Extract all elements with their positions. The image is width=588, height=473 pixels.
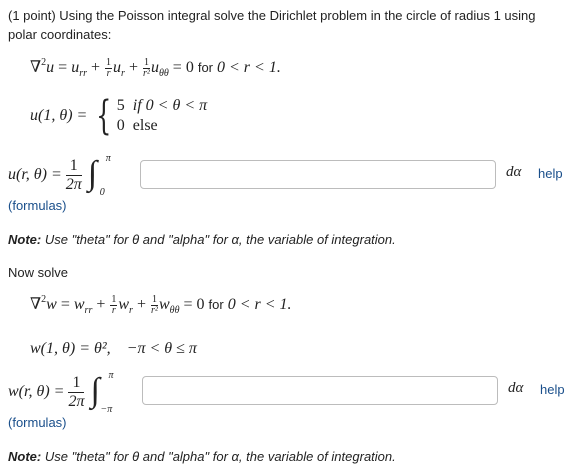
note-label-w: Note: <box>8 449 42 464</box>
solution-lhs-w: w(r, θ) = <box>8 383 65 400</box>
integral-upper-limit: π <box>105 153 111 164</box>
boundary-condition-u: u(1, θ) = { 5 if 0 < θ < π 0 else <box>30 96 207 136</box>
note-body-w: Use "theta" for θ and "alpha" for α, the… <box>44 449 396 464</box>
pde-range-w: 0 < r < 1. <box>227 296 292 313</box>
solution-expression-u: u(r, θ) = 1 2π ∫ π 0 <box>8 153 116 198</box>
problem-intro-line1: (1 point) Using the Poisson integral sol… <box>8 8 536 23</box>
case1-condition: if 0 < θ < π <box>132 97 208 114</box>
pde-for-text-w: for <box>208 297 224 312</box>
case2-condition: else <box>132 117 158 134</box>
help-link-w[interactable]: help <box>540 382 565 397</box>
formulas-link-w[interactable]: (formulas) <box>8 415 67 430</box>
solution-lhs-u: u(r, θ) = <box>8 166 62 183</box>
solution-expression-w: w(r, θ) = 1 2π ∫ π −π <box>8 370 122 415</box>
fraction-numerator-w: 1 <box>68 374 85 393</box>
laplace-equation-u: ∇2u = urr + 1 r ur + 1 r² uθθ = 0 for 0 < r … <box>30 56 281 79</box>
fraction-denominator: 2π <box>65 175 82 193</box>
pde-range-u: 0 < r < 1. <box>217 59 281 76</box>
differential-d-alpha: dα <box>506 164 522 180</box>
case1-value: 5 <box>116 97 125 114</box>
integral-lower-limit-w: −π <box>100 404 113 415</box>
now-solve-heading: Now solve <box>8 265 68 280</box>
integral-lower-limit: 0 <box>99 187 105 198</box>
formulas-link[interactable]: (formulas) <box>8 198 67 213</box>
boundary-lhs-u: u(1, θ) = <box>30 107 88 124</box>
integral-sign-w: ∫ <box>90 372 100 409</box>
left-brace: { <box>96 93 112 139</box>
note-label: Note: <box>8 232 42 247</box>
help-link[interactable]: help <box>538 166 563 181</box>
integral-upper-limit-w: π <box>108 370 114 381</box>
fraction-denominator-w: 2π <box>68 392 85 410</box>
note-text: Note: Use "theta" for θ and "alpha" for … <box>8 232 396 247</box>
case2-value: 0 <box>116 117 125 134</box>
fraction-numerator: 1 <box>65 157 82 176</box>
pde-for-text: for <box>197 60 213 75</box>
differential-d-alpha-w: dα <box>508 380 524 396</box>
integral-sign: ∫ <box>87 155 98 192</box>
note-body: Use "theta" for θ and "alpha" for α, the… <box>44 232 396 247</box>
answer-input-w[interactable] <box>142 376 498 405</box>
problem-intro-line2: polar coordinates: <box>8 27 112 42</box>
laplace-equation-w: ∇2w = wrr + 1 r wr + 1 r² wθθ = 0 for 0 < r … <box>30 293 292 316</box>
boundary-condition-range-w: −π < θ ≤ π <box>126 340 197 357</box>
boundary-w: w(1, θ) = θ², <box>30 340 111 357</box>
boundary-condition-w: w(1, θ) = θ², −π < θ ≤ π <box>30 340 197 358</box>
note-text-w: Note: Use "theta" for θ and "alpha" for … <box>8 449 396 464</box>
answer-input-u[interactable] <box>140 160 496 189</box>
